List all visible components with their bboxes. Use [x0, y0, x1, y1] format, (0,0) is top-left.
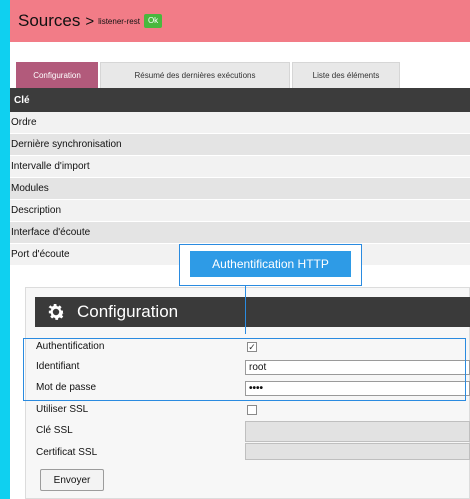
page-header: Sources > listener-rest Ok — [10, 0, 470, 42]
table-row: Interface d'écoute — [10, 222, 470, 244]
table-row: Dernière synchronisation — [10, 134, 470, 156]
highlight-box — [23, 338, 466, 401]
page-title[interactable]: Sources — [18, 11, 80, 31]
use-ssl-checkbox[interactable] — [247, 405, 257, 415]
table-row: Ordre — [10, 112, 470, 134]
modal-title: Configuration — [77, 302, 179, 321]
modal-header: Configuration — [35, 297, 470, 327]
tab-configuration[interactable]: Configuration — [16, 62, 98, 88]
callout-label: Authentification HTTP — [190, 251, 351, 277]
table-column-header: Clé — [10, 88, 470, 112]
ssl-cert-input[interactable] — [245, 443, 470, 460]
left-accent-strip — [0, 0, 10, 499]
tab-element-list[interactable]: Liste des éléments — [292, 62, 400, 88]
table-row: Intervalle d'import — [10, 156, 470, 178]
use-ssl-label: Utiliser SSL — [36, 404, 89, 415]
table-row: Description — [10, 200, 470, 222]
gear-icon — [48, 304, 65, 320]
tab-bar: Configuration Résumé des dernières exécu… — [10, 42, 470, 88]
submit-button[interactable]: Envoyer — [40, 469, 104, 491]
breadcrumb-separator: > — [85, 12, 95, 30]
tab-execution-summary[interactable]: Résumé des dernières exécutions — [100, 62, 290, 88]
source-name: listener-rest — [98, 16, 140, 26]
table-row: Modules — [10, 178, 470, 200]
ssl-cert-label: Certificat SSL — [36, 447, 98, 458]
annotation-callout: Authentification HTTP — [179, 244, 362, 286]
ssl-key-input[interactable] — [245, 421, 470, 442]
callout-pointer — [245, 286, 246, 334]
ssl-key-label: Clé SSL — [36, 425, 73, 436]
status-badge: Ok — [143, 14, 163, 28]
